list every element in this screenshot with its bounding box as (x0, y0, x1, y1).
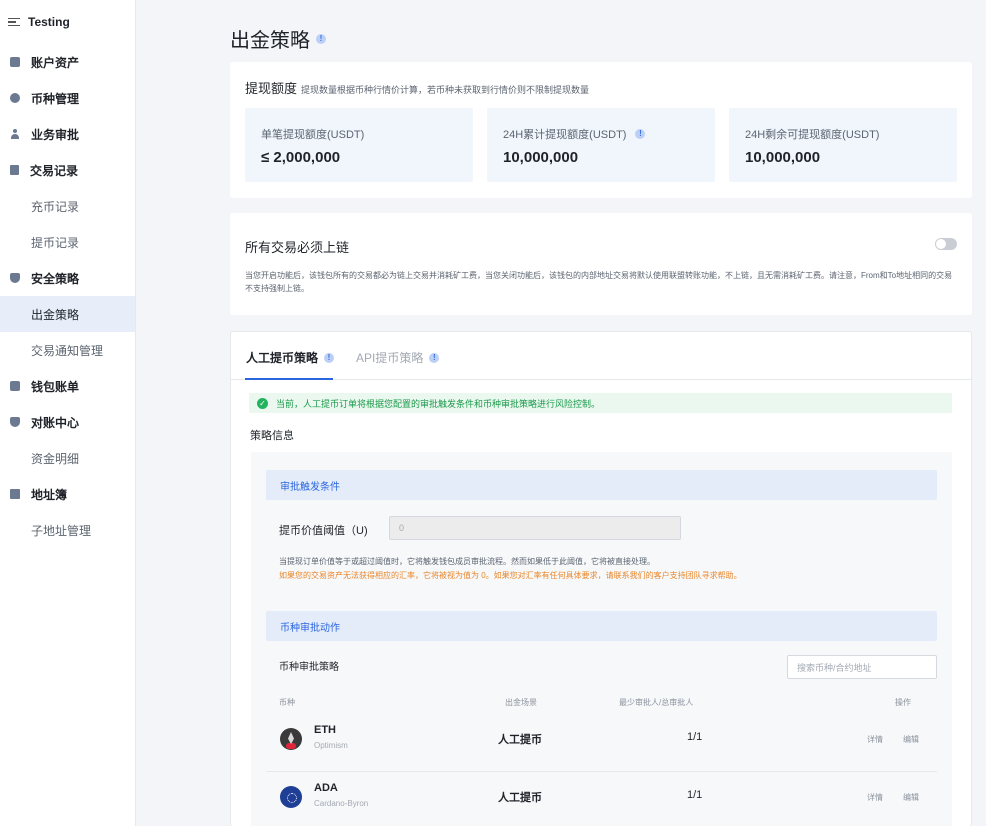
stat-24h-total-limit: 24H累计提现额度(USDT)! 10,000,000 (487, 108, 715, 182)
onchain-title: 所有交易必须上链 (245, 240, 350, 255)
sidebar-item-withdraw-records[interactable]: 提币记录 (0, 224, 135, 260)
eth-coin-icon (280, 728, 302, 750)
policy-tabs: 人工提币策略! API提币策略! (231, 332, 971, 380)
action-section-header: 币种审批动作 (266, 611, 937, 641)
withdraw-limit-card: 提现额度 提现数量根据币种行情价计算，若币种未获取到行情价则不限制提现数量 单笔… (230, 62, 972, 198)
threshold-hint: 当提现订单价值等于或超过阈值时，它将触发钱包成员审批流程。然而如果低于此阈值，它… (279, 557, 655, 566)
wallet-icon (10, 381, 20, 391)
sidebar-item-coin-management[interactable]: 币种管理 (0, 80, 135, 116)
policy-card: 人工提币策略! API提币策略! ✓ 当前，人工提币订单将根据您配置的审批触发条… (230, 331, 972, 826)
menu-icon[interactable] (8, 17, 20, 27)
table-row: ETH Optimism 人工提币 1/1 详情 编辑 (266, 714, 937, 769)
user-icon (10, 129, 20, 139)
stat-24h-remaining-limit: 24H剩余可提现额度(USDT) 10,000,000 (729, 108, 957, 182)
coin-icon (10, 93, 20, 103)
withdraw-limit-title: 提现额度 (245, 81, 298, 96)
main-content: 出金策略 ! 提现额度 提现数量根据币种行情价计算，若币种未获取到行情价则不限制… (136, 0, 986, 826)
onchain-toggle[interactable] (935, 238, 957, 250)
sidebar-item-security-policy[interactable]: 安全策略 (0, 260, 135, 296)
check-icon: ✓ (257, 397, 268, 409)
info-icon[interactable]: ! (429, 352, 440, 363)
column-header: 币种 (279, 698, 295, 707)
policy-notice: ✓ 当前，人工提币订单将根据您配置的审批触发条件和币种审批策略进行风险控制。 (249, 393, 952, 413)
sidebar-item-business-approval[interactable]: 业务审批 (0, 116, 135, 152)
info-icon[interactable]: ! (635, 129, 646, 139)
tab-api-withdraw[interactable]: API提币策略! (356, 349, 440, 366)
column-header: 出金场景 (505, 698, 537, 707)
edit-link[interactable]: 编辑 (903, 734, 919, 745)
page-title: 出金策略 ! (230, 24, 326, 53)
sidebar-item-fund-details[interactable]: 资金明细 (0, 440, 135, 476)
sidebar-item-sub-address[interactable]: 子地址管理 (0, 512, 135, 548)
onchain-card: 所有交易必须上链 当您开启功能后，该钱包所有的交易都必为链上交易并消耗矿工费，当… (230, 213, 972, 315)
detail-link[interactable]: 详情 (867, 734, 883, 745)
withdraw-limit-header: 提现额度 提现数量根据币种行情价计算，若币种未获取到行情价则不限制提现数量 (245, 78, 589, 97)
ada-coin-icon (280, 786, 302, 808)
sidebar: Testing 账户资产 币种管理 业务审批 交易记录 充币记录 提币记录 安全… (0, 0, 136, 826)
sidebar-item-tx-notification[interactable]: 交易通知管理 (0, 332, 135, 368)
coin-search-input[interactable]: 搜索币种/合约地址 (787, 655, 937, 679)
threshold-label: 提币价值阈值（U) (279, 525, 368, 537)
book-icon (10, 489, 20, 499)
sidebar-item-account-assets[interactable]: 账户资产 (0, 44, 135, 80)
info-icon[interactable]: ! (324, 352, 335, 363)
shield-icon (10, 417, 20, 427)
withdraw-limit-subtitle: 提现数量根据币种行情价计算，若币种未获取到行情价则不限制提现数量 (301, 85, 590, 95)
sidebar-item-transaction-records[interactable]: 交易记录 (0, 152, 135, 188)
threshold-warning: 如果您的交易资产无法获得相应的汇率，它将被视为值为 0。如果您对汇率有任何具体要… (279, 571, 742, 580)
column-header: 操作 (895, 698, 911, 707)
sidebar-item-wallet-bill[interactable]: 钱包账单 (0, 368, 135, 404)
info-icon[interactable]: ! (316, 33, 326, 44)
tab-manual-withdraw[interactable]: 人工提币策略! (246, 349, 335, 366)
brand-name: Testing (28, 15, 70, 29)
threshold-input[interactable]: 0 (389, 516, 681, 540)
strategy-label: 币种审批策略 (279, 662, 339, 673)
edit-link[interactable]: 编辑 (903, 792, 919, 803)
policy-panel: 审批触发条件 提币价值阈值（U) 0 当提现订单价值等于或超过阈值时，它将触发钱… (251, 452, 952, 826)
sidebar-item-address-book[interactable]: 地址簿 (0, 476, 135, 512)
column-header: 最少审批人/总审批人 (619, 698, 694, 707)
shield-icon (10, 273, 20, 283)
document-icon (10, 165, 19, 175)
policy-info-label: 策略信息 (250, 430, 294, 442)
wallet-icon (10, 57, 20, 67)
sidebar-item-withdraw-policy[interactable]: 出金策略 (0, 296, 135, 332)
active-tab-indicator (245, 378, 333, 380)
sidebar-item-reconciliation[interactable]: 对账中心 (0, 404, 135, 440)
sidebar-item-deposit-records[interactable]: 充币记录 (0, 188, 135, 224)
stat-single-limit: 单笔提现额度(USDT) ≤ 2,000,000 (245, 108, 473, 182)
table-row: ADA Cardano-Byron 人工提币 1/1 详情 编辑 (266, 771, 937, 826)
trigger-section-header: 审批触发条件 (266, 470, 937, 500)
onchain-description: 当您开启功能后，该钱包所有的交易都必为链上交易并消耗矿工费，当您关闭功能后，该钱… (245, 271, 953, 293)
detail-link[interactable]: 详情 (867, 792, 883, 803)
brand[interactable]: Testing (0, 0, 135, 44)
